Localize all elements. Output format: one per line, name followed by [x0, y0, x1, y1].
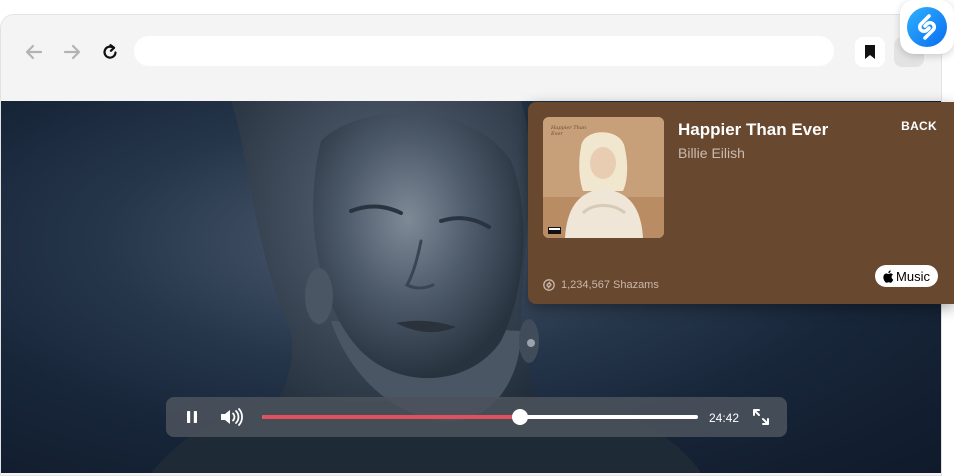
back-button[interactable] [21, 39, 47, 65]
forward-button[interactable] [59, 39, 85, 65]
reload-icon [103, 44, 117, 59]
pause-icon [187, 411, 197, 423]
fullscreen-icon [753, 409, 769, 425]
arrow-left-icon [25, 44, 43, 60]
back-link[interactable]: BACK [901, 119, 937, 133]
apple-music-label: Music [896, 268, 930, 284]
shazam-count-text: 1,234,567 Shazams [561, 279, 659, 291]
progress-fill [262, 415, 520, 419]
time-remaining: 24:42 [709, 411, 740, 425]
shazam-small-icon [543, 279, 555, 291]
shazam-count: 1,234,567 Shazams [543, 279, 659, 291]
album-art[interactable]: Happier Than Ever [543, 117, 664, 238]
now-playing-card: Happier Than Ever Happier Than Ever Bill… [528, 102, 954, 304]
apple-logo-icon [883, 269, 894, 283]
album-art-script: Happier Than Ever [551, 125, 587, 137]
shazam-extension-button[interactable] [900, 0, 954, 54]
pause-button[interactable] [181, 406, 203, 428]
volume-button[interactable] [218, 406, 246, 428]
bookmark-button[interactable] [855, 37, 885, 67]
progress-scrubber[interactable] [511, 409, 528, 425]
address-bar[interactable] [134, 36, 834, 66]
fullscreen-button[interactable] [750, 406, 772, 428]
player-controls: 24:42 [166, 397, 787, 437]
song-title[interactable]: Happier Than Ever [678, 120, 828, 140]
volume-icon [221, 408, 243, 426]
bookmark-icon [865, 45, 875, 59]
browser-toolbar [1, 15, 941, 87]
arrow-right-icon [63, 44, 81, 60]
shazam-icon [907, 7, 947, 47]
apple-music-button[interactable]: Music [875, 265, 938, 287]
reload-button[interactable] [97, 39, 123, 65]
progress-bar[interactable] [262, 409, 698, 425]
song-artist[interactable]: Billie Eilish [678, 145, 745, 161]
